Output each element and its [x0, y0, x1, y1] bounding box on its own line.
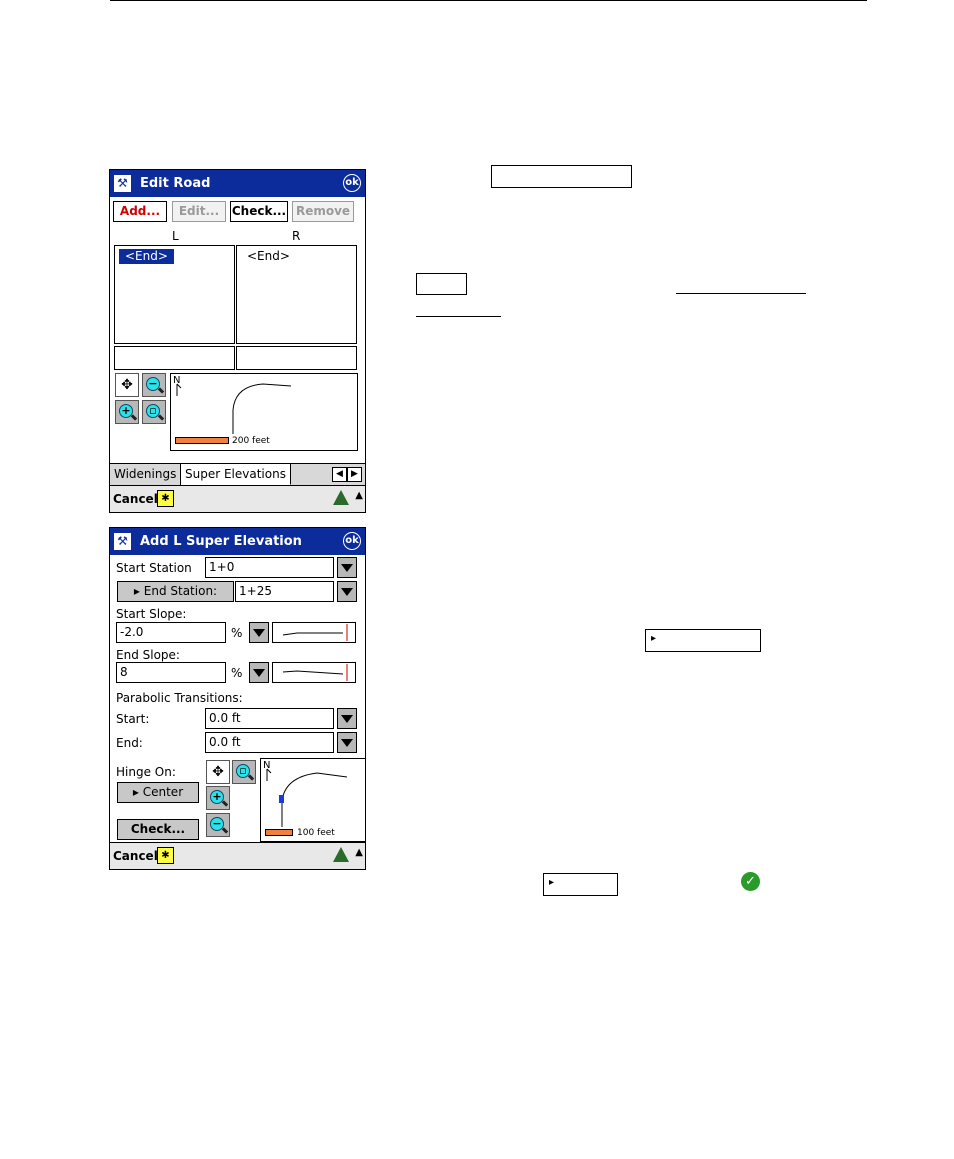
popup-button-reference: ▸ [543, 873, 618, 896]
right-detail-field [236, 346, 357, 370]
app-logo-icon[interactable]: ⚒ [114, 175, 131, 192]
window-title: Add L Super Elevation [140, 534, 302, 549]
zoom-extents-icon[interactable]: ▫ [142, 400, 166, 424]
end-slope-field[interactable]: 8 [116, 662, 226, 683]
right-list[interactable]: <End> [236, 245, 357, 344]
bottom-bar: Cancel ✱ ▲ [110, 485, 365, 512]
app-logo-icon[interactable]: ⚒ [114, 533, 131, 550]
remove-button[interactable]: Remove [292, 201, 354, 222]
cancel-button[interactable]: Cancel [113, 849, 158, 863]
left-list[interactable]: <End> [114, 245, 235, 344]
title-bar: ⚒ Add L Super Elevation ok [110, 528, 365, 555]
zoom-out-icon[interactable]: − [142, 373, 166, 397]
scale-label: 100 feet [297, 828, 335, 838]
end-slope-label: End Slope: [116, 648, 180, 662]
parabolic-end-field[interactable]: 0.0 ft [205, 732, 334, 753]
zoom-extents-icon[interactable]: ▫ [232, 760, 256, 784]
add-button[interactable]: Add... [113, 201, 167, 222]
parabolic-start-label: Start: [116, 712, 150, 726]
check-button[interactable]: Check... [230, 201, 288, 222]
slope-profile [282, 624, 348, 641]
star-icon[interactable]: ✱ [157, 490, 174, 507]
menu-up-icon[interactable]: ▲ [355, 490, 363, 501]
popup-button-reference: ▸ [645, 629, 761, 652]
start-slope-label: Start Slope: [116, 607, 187, 621]
list-item[interactable]: <End> [119, 249, 174, 264]
tab-bar: Widenings Super Elevations ◀ ▶ [110, 463, 365, 486]
add-super-elevation-screen: ⚒ Add L Super Elevation ok Start Station… [109, 527, 366, 870]
check-button[interactable]: Check... [117, 819, 199, 840]
zoom-in-icon[interactable]: + [206, 786, 230, 810]
start-station-field[interactable]: 1+0 [205, 557, 334, 578]
triangle-right-icon: ▸ [133, 584, 140, 598]
ok-icon[interactable]: ok [343, 174, 361, 192]
tab-super-elevations[interactable]: Super Elevations [181, 464, 291, 485]
left-column-header: L [172, 229, 179, 243]
survey-triangle-icon[interactable] [333, 490, 349, 505]
button-reference-box [416, 273, 467, 295]
ok-icon[interactable]: ok [343, 532, 361, 550]
end-station-dropdown[interactable] [337, 581, 357, 602]
edit-road-screen: ⚒ Edit Road ok Add... Edit... Check... R… [109, 169, 366, 513]
list-item[interactable]: <End> [247, 249, 290, 264]
edit-button[interactable]: Edit... [172, 201, 226, 222]
end-slope-preview [272, 662, 356, 683]
check-icon: ✓ [741, 872, 760, 891]
end-station-button[interactable]: ▸ End Station: [117, 581, 234, 602]
pan-icon[interactable]: ✥ [115, 373, 139, 397]
parabolic-label: Parabolic Transitions: [116, 691, 243, 705]
road-map[interactable]: N 100 feet [260, 758, 366, 842]
start-slope-dropdown[interactable] [249, 622, 269, 643]
cancel-button[interactable]: Cancel [113, 492, 158, 506]
start-station-dropdown[interactable] [337, 557, 357, 578]
underline-rule [416, 316, 501, 317]
button-reference-box [491, 165, 632, 188]
survey-triangle-icon[interactable] [333, 847, 349, 862]
triangle-right-icon: ▸ [132, 785, 139, 799]
scale-bar [265, 829, 293, 836]
parabolic-end-label: End: [116, 736, 143, 750]
start-slope-preview [272, 622, 356, 643]
triangle-right-icon: ▸ [549, 877, 555, 888]
end-slope-dropdown[interactable] [249, 662, 269, 683]
zoom-in-icon[interactable]: + [115, 400, 139, 424]
scale-bar [175, 437, 229, 444]
hinge-label: Hinge On: [116, 765, 176, 779]
hinge-value: Center [142, 785, 184, 799]
parabolic-end-dropdown[interactable] [337, 732, 357, 753]
end-station-field[interactable]: 1+25 [235, 581, 334, 602]
title-bar: ⚒ Edit Road ok [110, 170, 365, 197]
tab-scroll-left-icon[interactable]: ◀ [332, 467, 347, 482]
zoom-out-icon[interactable]: − [206, 813, 230, 837]
right-column-header: R [292, 229, 301, 243]
triangle-right-icon: ▸ [651, 633, 657, 644]
start-slope-unit: % [231, 626, 243, 640]
underline-rule [676, 293, 806, 294]
tab-widenings[interactable]: Widenings [110, 464, 182, 485]
end-station-label: End Station: [143, 584, 218, 598]
parabolic-start-dropdown[interactable] [337, 708, 357, 729]
window-title: Edit Road [140, 176, 211, 191]
start-slope-field[interactable]: -2.0 [116, 622, 226, 643]
scale-label: 200 feet [232, 436, 270, 446]
slope-profile [282, 664, 348, 681]
road-map[interactable]: N 200 feet [170, 373, 358, 451]
tab-scroll-right-icon[interactable]: ▶ [347, 467, 362, 482]
hinge-button[interactable]: ▸ Center [117, 782, 199, 803]
parabolic-start-field[interactable]: 0.0 ft [205, 708, 334, 729]
pan-icon[interactable]: ✥ [206, 760, 230, 784]
menu-up-icon[interactable]: ▲ [355, 847, 363, 858]
bottom-bar: Cancel ✱ ▲ [110, 842, 365, 869]
star-icon[interactable]: ✱ [157, 847, 174, 864]
top-rule [110, 0, 867, 1]
start-station-label: Start Station [116, 561, 192, 575]
end-slope-unit: % [231, 666, 243, 680]
left-detail-field [114, 346, 235, 370]
